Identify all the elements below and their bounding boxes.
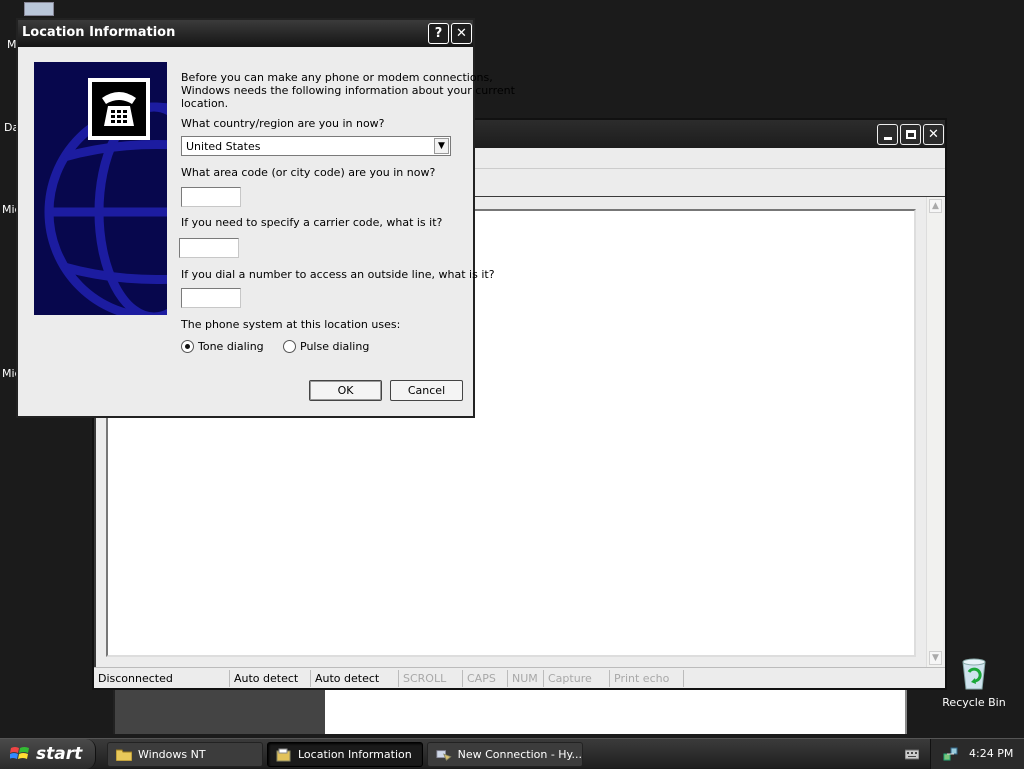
- area-code-input[interactable]: [181, 187, 241, 207]
- system-tray: 4:24 PM: [930, 739, 1024, 769]
- country-select[interactable]: United States ▼: [181, 136, 451, 156]
- close-button[interactable]: ✕: [923, 124, 944, 145]
- ok-button[interactable]: OK: [309, 380, 382, 401]
- close-icon: ✕: [928, 127, 939, 142]
- intro-text: Before you can make any phone or modem c…: [181, 71, 493, 84]
- tone-dialing-label: Tone dialing: [198, 340, 264, 353]
- close-icon: ✕: [456, 26, 467, 41]
- scroll-up-icon[interactable]: ▲: [929, 199, 942, 213]
- taskbar-button-label: New Connection - Hy...: [457, 748, 582, 761]
- maximize-button[interactable]: [900, 124, 921, 145]
- outside-line-input[interactable]: [181, 288, 241, 308]
- country-value: United States: [186, 140, 261, 153]
- help-icon: ?: [434, 26, 443, 41]
- status-connection: Disconnected: [94, 670, 230, 687]
- taskbar-button-label: Windows NT: [138, 748, 206, 761]
- taskbar-button-location-information[interactable]: Location Information: [267, 742, 423, 767]
- minimize-button[interactable]: [877, 124, 898, 145]
- status-caps: CAPS: [463, 670, 508, 687]
- dialog-title: Location Information: [22, 25, 176, 40]
- radio-unselected-icon: [283, 340, 296, 353]
- windows-logo-icon: [10, 747, 29, 759]
- recycle-bin-label: Recycle Bin: [942, 696, 1006, 709]
- folder-icon: [116, 749, 132, 761]
- network-icon[interactable]: [943, 746, 959, 762]
- vertical-scrollbar[interactable]: ▲ ▼: [926, 197, 943, 667]
- intro-text: Windows needs the following information …: [181, 84, 515, 97]
- status-capture: Capture: [544, 670, 610, 687]
- taskbar: start Windows NT Location Information Ne…: [0, 738, 1024, 769]
- cancel-button[interactable]: Cancel: [390, 380, 463, 401]
- pulse-dialing-label: Pulse dialing: [300, 340, 370, 353]
- intro-text: location.: [181, 97, 229, 110]
- location-information-dialog: Location Information ? ✕ Before you can …: [16, 18, 515, 418]
- background-panel: [325, 690, 907, 734]
- hyperterminal-icon: [436, 749, 452, 761]
- dialog-close-button[interactable]: ✕: [451, 23, 472, 44]
- recycle-bin-icon: [962, 658, 986, 690]
- dialog-icon: [276, 748, 291, 761]
- status-scroll: SCROLL: [399, 670, 463, 687]
- background-panel: [113, 690, 325, 734]
- carrier-code-input[interactable]: [179, 238, 239, 258]
- taskbar-button-windows-nt[interactable]: Windows NT: [107, 742, 263, 767]
- chevron-down-icon[interactable]: ▼: [434, 138, 449, 154]
- country-label: What country/region are you in now?: [181, 117, 385, 130]
- start-label: start: [36, 744, 83, 764]
- minimize-icon: [883, 137, 892, 140]
- telephone-icon: [88, 78, 150, 140]
- maximize-icon: [905, 130, 916, 139]
- carrier-code-label: If you need to specify a carrier code, w…: [181, 216, 443, 229]
- status-bar: Disconnected Auto detect Auto detect SCR…: [94, 667, 945, 688]
- outside-line-label: If you dial a number to access an outsid…: [181, 268, 495, 281]
- globe-telephone-illustration: [34, 62, 167, 315]
- status-detect: Auto detect: [230, 670, 311, 687]
- keyboard-icon[interactable]: [905, 747, 919, 761]
- help-button[interactable]: ?: [428, 23, 449, 44]
- desktop-icon-top[interactable]: [24, 2, 54, 16]
- area-code-label: What area code (or city code) are you in…: [181, 166, 436, 179]
- recycle-bin[interactable]: Recycle Bin: [940, 656, 1008, 709]
- status-detect: Auto detect: [311, 670, 399, 687]
- taskbar-button-new-connection[interactable]: New Connection - Hy...: [427, 742, 583, 767]
- status-num: NUM: [508, 670, 544, 687]
- taskbar-button-label: Location Information: [298, 748, 412, 761]
- radio-selected-icon: [181, 340, 194, 353]
- pulse-dialing-radio[interactable]: Pulse dialing: [283, 340, 369, 353]
- dialog-title-bar[interactable]: Location Information: [18, 20, 473, 47]
- clock[interactable]: 4:24 PM: [969, 747, 1013, 760]
- phone-system-label: The phone system at this location uses:: [181, 318, 401, 331]
- tone-dialing-radio[interactable]: Tone dialing: [181, 340, 264, 353]
- start-button[interactable]: start: [0, 739, 96, 769]
- status-print-echo: Print echo: [610, 670, 684, 687]
